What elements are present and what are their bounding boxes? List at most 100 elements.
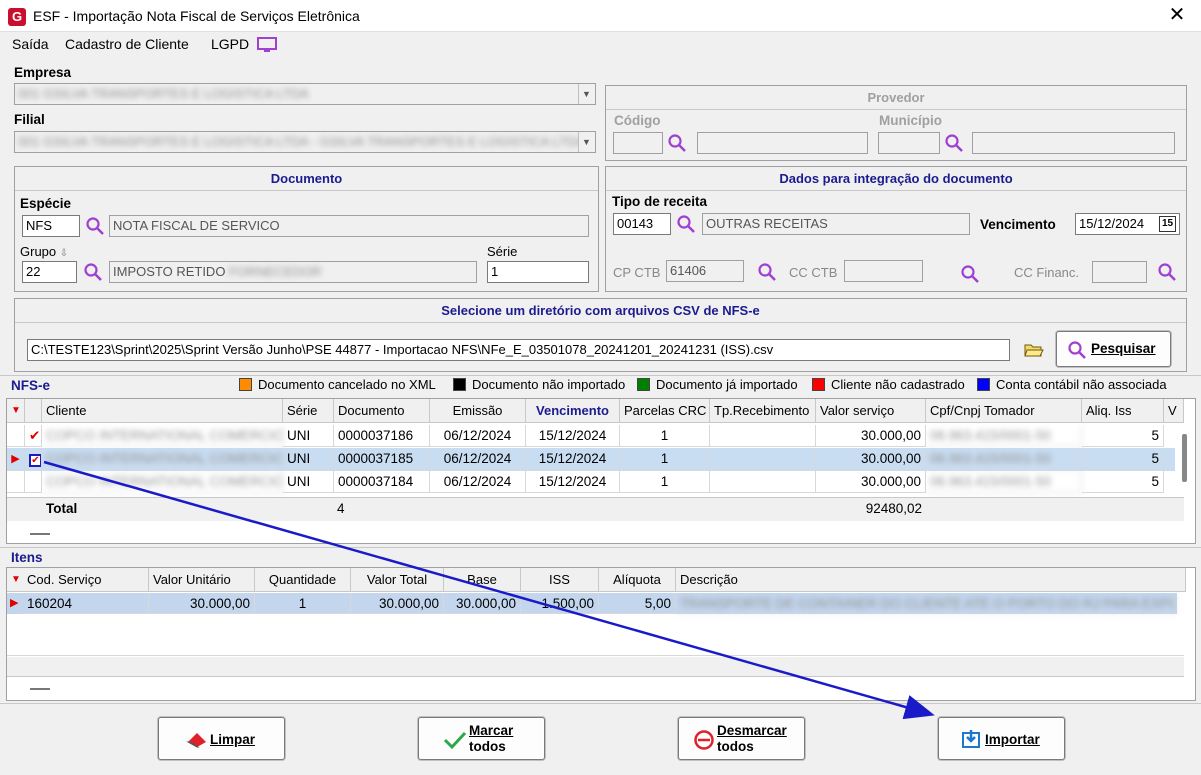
cell-serie: UNI: [283, 448, 334, 470]
cell-aliq: 5: [1082, 425, 1164, 447]
desmarcar-todos-button[interactable]: Desmarcar todos: [678, 717, 805, 760]
marcar-label-2: todos: [469, 739, 506, 754]
horizontal-scrollbar[interactable]: [30, 688, 50, 690]
col-cod-servico[interactable]: Cod. Serviço: [23, 568, 149, 592]
app-logo-icon: G: [8, 8, 26, 26]
col-vencimento[interactable]: Vencimento: [526, 399, 620, 423]
grupo-desc: IMPOSTO RETIDO FORNECEDOR: [109, 261, 477, 283]
diretorio-title: Selecione um diretório com arquivos CSV …: [15, 299, 1186, 323]
search-icon[interactable]: [757, 262, 777, 282]
serie-input[interactable]: 1: [487, 261, 589, 283]
col-emissao[interactable]: Emissão: [430, 399, 526, 423]
especie-input[interactable]: NFS: [22, 215, 80, 237]
sort-indicator-icon[interactable]: ▼: [7, 399, 25, 423]
folder-open-icon[interactable]: [1024, 342, 1044, 358]
codigo-input[interactable]: [613, 132, 663, 154]
cell-parcelas: 1: [620, 448, 710, 470]
cell-cliente: COPCO INTERNATIONAL COMERCIO: [42, 471, 283, 493]
search-icon[interactable]: [85, 216, 105, 236]
menu-lgpd[interactable]: LGPD: [211, 36, 249, 52]
col-aliq-iss[interactable]: Aliq. Iss: [1082, 399, 1164, 423]
row-checkbox-empty[interactable]: [25, 471, 42, 493]
col-valor-unitario[interactable]: Valor Unitário: [149, 568, 255, 592]
col-cpf-cnpj[interactable]: Cpf/Cnpj Tomador: [926, 399, 1082, 423]
vertical-scrollbar[interactable]: [1182, 434, 1187, 482]
calendar-icon[interactable]: 15: [1159, 216, 1176, 232]
chevron-down-icon[interactable]: ▼: [578, 84, 594, 104]
row-check-icon[interactable]: ✔: [25, 425, 42, 447]
col-aliquota[interactable]: Alíquota: [599, 568, 676, 592]
row-checkbox[interactable]: ✔: [25, 448, 42, 470]
search-icon[interactable]: [667, 133, 687, 153]
municipio-label: Município: [879, 113, 942, 128]
documento-title: Documento: [15, 167, 598, 191]
cell-cnpj: 06.963.415/0001-50: [926, 425, 1082, 447]
grupo-input[interactable]: 22: [22, 261, 77, 283]
cell-cliente: COPCO INTERNATIONAL COMERCIO: [42, 448, 283, 470]
empty-rows: [7, 614, 1184, 656]
municipio-desc: [972, 132, 1175, 154]
cell-documento: 0000037186: [334, 425, 430, 447]
empresa-select[interactable]: 001 GSILVA TRANSPORTES E LOGISTICA LTDA: [14, 83, 596, 105]
limpar-button[interactable]: Limpar: [158, 717, 285, 760]
col-tp-recebimento[interactable]: Tp.Recebimento: [710, 399, 816, 423]
col-iss[interactable]: ISS: [521, 568, 599, 592]
item-aliq: 5,00: [599, 593, 676, 614]
cell-valor: 30.000,00: [816, 425, 926, 447]
col-valor-servico[interactable]: Valor serviço: [816, 399, 926, 423]
vencimento-label: Vencimento: [980, 217, 1056, 232]
monitor-icon[interactable]: [257, 37, 277, 53]
col-descricao[interactable]: Descrição: [676, 568, 1186, 592]
legend-ja-importado-swatch: [637, 378, 650, 391]
cc-ctb-input[interactable]: [844, 260, 923, 282]
horizontal-scrollbar[interactable]: [30, 533, 50, 535]
cc-financ-input[interactable]: [1092, 261, 1147, 283]
col-documento[interactable]: Documento: [334, 399, 430, 423]
marcar-todos-button[interactable]: Marcar todos: [418, 717, 545, 760]
codigo-label: Código: [614, 113, 661, 128]
col-quantidade[interactable]: Quantidade: [255, 568, 351, 592]
chevron-down-icon[interactable]: ▼: [578, 132, 594, 152]
diretorio-path-input[interactable]: C:\TESTE123\Sprint\2025\Sprint Versão Ju…: [27, 339, 1010, 361]
cell-cnpj: 06.963.415/0001-50: [926, 448, 1082, 470]
cell-valor: 30.000,00: [816, 471, 926, 493]
cp-ctb-input[interactable]: 61406: [666, 260, 744, 282]
item-qtd: 1: [255, 593, 351, 614]
item-total: 30.000,00: [351, 593, 444, 614]
limpar-label: Limpar: [210, 732, 256, 747]
legend-conta-label: Conta contábil não associada: [996, 377, 1167, 392]
col-extra[interactable]: V: [1164, 399, 1184, 423]
col-base[interactable]: Base: [444, 568, 521, 592]
col-serie[interactable]: Série: [283, 399, 334, 423]
window-title: ESF - Importação Nota Fiscal de Serviços…: [33, 8, 360, 24]
cell-vencimento: 15/12/2024: [526, 471, 620, 493]
pesquisar-button[interactable]: Pesquisar: [1056, 331, 1171, 367]
col-cliente[interactable]: Cliente: [42, 399, 283, 423]
cell-valor: 30.000,00: [816, 448, 926, 470]
search-icon[interactable]: [960, 264, 980, 284]
filial-select[interactable]: 001 GSILVA TRANSPORTES E LOGISTICA LTDA …: [14, 131, 596, 153]
search-icon[interactable]: [83, 262, 103, 282]
cell-emissao: 06/12/2024: [430, 425, 526, 447]
search-icon[interactable]: [676, 214, 696, 234]
checkbox-checked-icon[interactable]: ✔: [29, 454, 41, 467]
col-valor-total[interactable]: Valor Total: [351, 568, 444, 592]
importar-label: Importar: [985, 732, 1040, 747]
itens-section-label: Itens: [11, 550, 43, 565]
municipio-input[interactable]: [878, 132, 940, 154]
cell-parcelas: 1: [620, 425, 710, 447]
grupo-label: Grupo ⇩: [20, 244, 69, 259]
tipo-receita-input[interactable]: 00143: [613, 213, 671, 235]
integracao-title: Dados para integração do documento: [606, 167, 1186, 191]
legend-cliente-label: Cliente não cadastrado: [831, 377, 965, 392]
importar-button[interactable]: Importar: [938, 717, 1065, 760]
close-icon[interactable]: ✕: [1166, 4, 1188, 26]
search-icon[interactable]: [1157, 262, 1177, 282]
col-parcelas[interactable]: Parcelas CRC: [620, 399, 710, 423]
search-icon[interactable]: [944, 133, 964, 153]
check-column-header[interactable]: [25, 399, 42, 423]
menu-cadastro-cliente[interactable]: Cadastro de Cliente: [65, 36, 189, 52]
cell-aliq: 5: [1082, 471, 1164, 493]
menu-saida[interactable]: Saída: [12, 36, 49, 52]
total-valor: 92480,02: [865, 501, 922, 516]
